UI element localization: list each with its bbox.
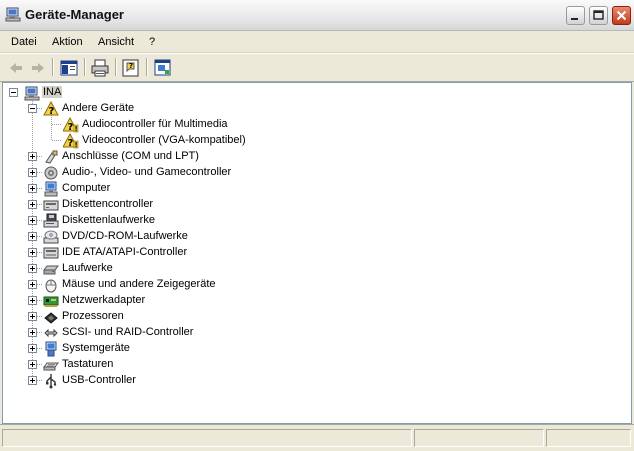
title-bar[interactable]: Geräte-Manager bbox=[0, 0, 634, 31]
port-icon bbox=[45, 150, 58, 164]
window-title: Geräte-Manager bbox=[25, 7, 124, 22]
print-icon[interactable] bbox=[89, 57, 111, 79]
category-expander[interactable] bbox=[28, 248, 37, 257]
tree-category[interactable]: Anschlüsse (COM und LPT) bbox=[61, 150, 200, 162]
tree-category[interactable]: Netzwerkadapter bbox=[61, 294, 146, 306]
processor-icon bbox=[44, 312, 58, 324]
minimize-icon bbox=[571, 18, 578, 20]
network-adapter-icon bbox=[43, 296, 59, 307]
tree-category[interactable]: Prozessoren bbox=[61, 310, 125, 322]
tree-root-ina[interactable]: INA bbox=[42, 86, 63, 98]
cdrom-icon bbox=[43, 230, 59, 244]
category-expander[interactable] bbox=[28, 280, 37, 289]
category-expander[interactable] bbox=[28, 200, 37, 209]
tree-device[interactable]: Audiocontroller für Multimedia bbox=[81, 118, 229, 130]
svg-text:?: ? bbox=[49, 106, 55, 117]
category-expander[interactable] bbox=[28, 360, 37, 369]
tree-category[interactable]: IDE ATA/ATAPI-Controller bbox=[61, 246, 188, 258]
keyboard-icon bbox=[43, 362, 59, 371]
properties-icon[interactable] bbox=[152, 57, 174, 79]
category-expander[interactable] bbox=[28, 184, 37, 193]
usb-icon bbox=[46, 374, 57, 389]
category-expander[interactable] bbox=[28, 328, 37, 337]
help-icon[interactable]: ? bbox=[120, 57, 142, 79]
disk-drive-icon bbox=[43, 265, 59, 275]
device-manager-window: Geräte-Manager Datei Aktion Ansicht ? ? … bbox=[0, 0, 634, 451]
toolbar: ? bbox=[0, 53, 634, 82]
status-pane-3 bbox=[546, 429, 631, 447]
menu-bar: Datei Aktion Ansicht ? bbox=[0, 31, 634, 53]
maximize-icon bbox=[593, 10, 604, 20]
tree-category[interactable]: Tastaturen bbox=[61, 358, 114, 370]
forward-icon[interactable] bbox=[27, 57, 49, 79]
category-expander[interactable] bbox=[28, 152, 37, 161]
tree-category[interactable]: Computer bbox=[61, 182, 111, 194]
tree-category[interactable]: Diskettencontroller bbox=[61, 198, 154, 210]
status-pane-main bbox=[2, 429, 412, 447]
tree-category[interactable]: DVD/CD-ROM-Laufwerke bbox=[61, 230, 189, 242]
toolbar-separator bbox=[146, 58, 148, 76]
root-computer-icon bbox=[24, 86, 40, 101]
category-expander[interactable] bbox=[28, 296, 37, 305]
mouse-icon bbox=[45, 279, 57, 293]
close-icon bbox=[616, 10, 627, 21]
menu-ansicht[interactable]: Ansicht bbox=[98, 36, 134, 48]
show-hide-tree-icon[interactable] bbox=[58, 57, 80, 79]
system-device-icon bbox=[45, 341, 57, 357]
toolbar-separator bbox=[84, 58, 86, 76]
close-button[interactable] bbox=[612, 6, 631, 25]
back-icon[interactable] bbox=[5, 57, 27, 79]
menu-help[interactable]: ? bbox=[149, 36, 155, 48]
computer-icon bbox=[44, 181, 58, 197]
tree-category[interactable]: Andere Geräte bbox=[61, 102, 135, 114]
category-expander[interactable] bbox=[28, 216, 37, 225]
tree-device[interactable]: Videocontroller (VGA-kompatibel) bbox=[81, 134, 247, 146]
toolbar-separator bbox=[52, 58, 54, 76]
warning-device-icon: ? bbox=[63, 133, 79, 149]
category-expander[interactable] bbox=[28, 168, 37, 177]
menu-aktion[interactable]: Aktion bbox=[52, 36, 83, 48]
category-expander[interactable] bbox=[28, 264, 37, 273]
svg-text:?: ? bbox=[68, 122, 74, 133]
device-manager-icon bbox=[5, 7, 21, 22]
minimize-button[interactable] bbox=[566, 6, 585, 25]
tree-category[interactable]: USB-Controller bbox=[61, 374, 137, 386]
category-expander[interactable] bbox=[28, 232, 37, 241]
device-tree[interactable]: INA? Andere Geräte? Audiocontroller für Mu… bbox=[2, 82, 632, 424]
tree-category[interactable]: Mäuse und andere Zeigegeräte bbox=[61, 278, 217, 290]
tree-category[interactable]: Audio-, Video- und Gamecontroller bbox=[61, 166, 232, 178]
category-expander[interactable] bbox=[28, 104, 37, 113]
maximize-button[interactable] bbox=[589, 6, 608, 25]
root-expander[interactable] bbox=[9, 88, 18, 97]
menu-datei[interactable]: Datei bbox=[11, 36, 37, 48]
tree-category[interactable]: Systemgeräte bbox=[61, 342, 131, 354]
category-expander[interactable] bbox=[28, 312, 37, 321]
svg-text:?: ? bbox=[129, 62, 133, 70]
scsi-icon bbox=[44, 328, 58, 338]
floppy-drive-icon bbox=[43, 213, 59, 228]
status-bar bbox=[0, 424, 634, 451]
tree-category[interactable]: Diskettenlaufwerke bbox=[61, 214, 156, 226]
svg-text:?: ? bbox=[68, 138, 74, 149]
toolbar-separator bbox=[115, 58, 117, 76]
unknown-device-icon: ? bbox=[43, 101, 59, 117]
ide-controller-icon bbox=[43, 247, 59, 259]
tree-category[interactable]: Laufwerke bbox=[61, 262, 114, 274]
tree-category[interactable]: SCSI- und RAID-Controller bbox=[61, 326, 194, 338]
speaker-icon bbox=[44, 166, 58, 180]
status-pane-2 bbox=[414, 429, 544, 447]
warning-device-icon: ? bbox=[63, 117, 79, 133]
category-expander[interactable] bbox=[28, 376, 37, 385]
category-expander[interactable] bbox=[28, 344, 37, 353]
floppy-controller-icon bbox=[43, 200, 59, 211]
